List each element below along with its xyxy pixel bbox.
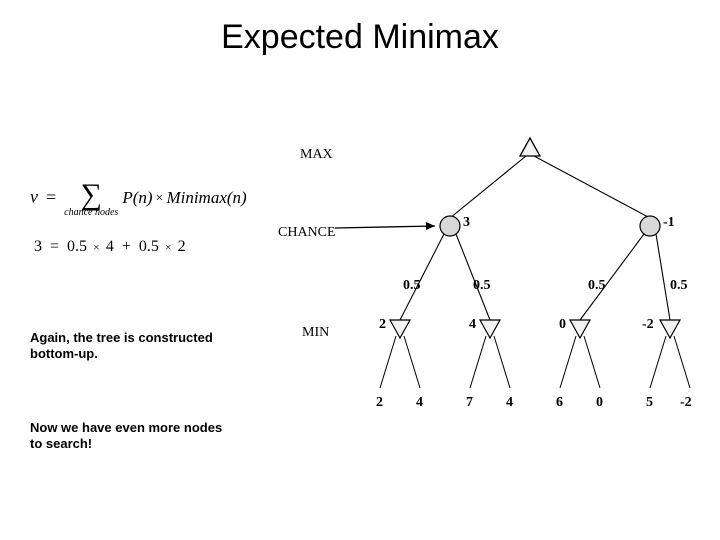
expectation-formula: v = ∑ chance nodes P(n)×Minimax(n) <box>30 180 247 218</box>
leaf-4: 4 <box>506 395 513 411</box>
min-value-3: 0 <box>559 317 566 333</box>
leaf-5: 6 <box>556 395 563 411</box>
worked-example: 3 = 0.5 × 4 + 0.5 × 2 <box>34 238 186 256</box>
max-node <box>520 138 540 156</box>
leaf-2: 4 <box>416 395 423 411</box>
leaf-6: 0 <box>596 395 603 411</box>
page-title: Expected Minimax <box>0 18 720 57</box>
min-node-1 <box>390 320 410 338</box>
leaf-8: -2 <box>680 395 692 411</box>
leaf-3: 7 <box>466 395 473 411</box>
min-node-2 <box>480 320 500 338</box>
chance-node-1 <box>440 216 460 236</box>
layer-label-max: MAX <box>300 147 333 163</box>
chance-node-2 <box>640 216 660 236</box>
min-node-4 <box>660 320 680 338</box>
leaf-7: 5 <box>646 395 653 411</box>
sigma-symbol: ∑ chance nodes <box>64 180 118 218</box>
formula-minimax: Minimax(n) <box>166 188 246 207</box>
chance-value-1: 3 <box>463 215 470 231</box>
times-icon: × <box>156 191 164 207</box>
formula-eq: = <box>46 187 56 207</box>
min-value-2: 4 <box>469 317 476 333</box>
prob-1: 0.5 <box>403 278 421 294</box>
leaf-1: 2 <box>376 395 383 411</box>
formula-lhs: v <box>30 187 38 207</box>
prob-2: 0.5 <box>473 278 491 294</box>
min-node-3 <box>570 320 590 338</box>
note-more-nodes: Now we have even more nodes to search! <box>30 420 222 453</box>
min-value-1: 2 <box>379 317 386 333</box>
formula-prob: P(n) <box>122 188 152 207</box>
layer-label-chance: CHANCE <box>278 225 336 241</box>
layer-label-min: MIN <box>302 325 329 341</box>
chance-value-2: -1 <box>663 215 675 231</box>
prob-4: 0.5 <box>670 278 688 294</box>
min-value-4: -2 <box>642 317 654 333</box>
note-bottom-up: Again, the tree is constructed bottom-up… <box>30 330 213 363</box>
prob-3: 0.5 <box>588 278 606 294</box>
